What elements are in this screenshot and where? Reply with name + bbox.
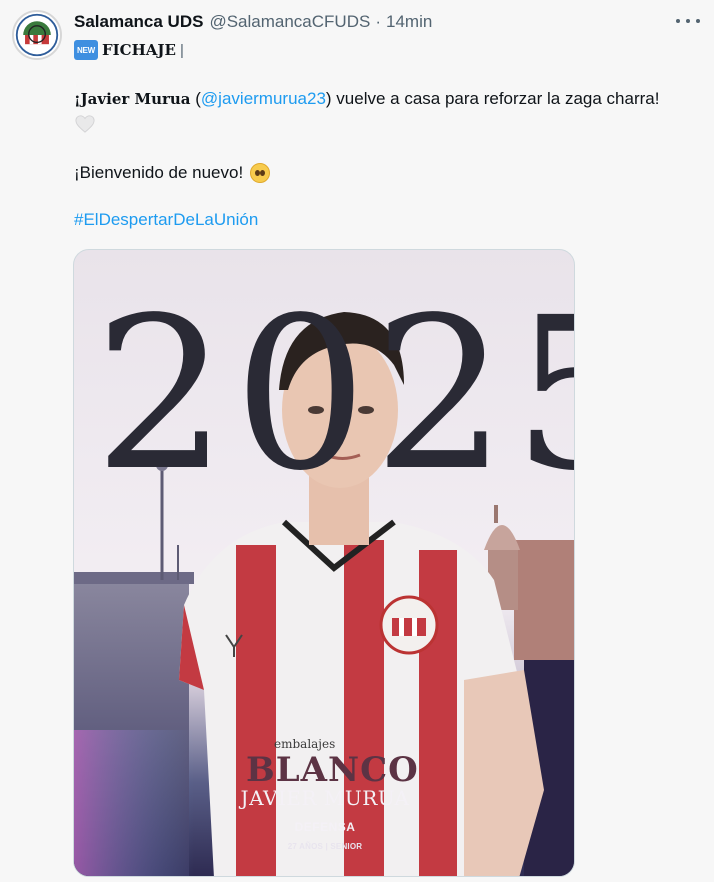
tweet-line-welcome: ¡Bienvenido de nuevo! [74, 162, 271, 184]
separator-bar: | [179, 41, 184, 59]
avatar[interactable] [12, 10, 62, 60]
more-icon[interactable] [676, 14, 700, 28]
sponsor-top-text: embalajes [274, 737, 336, 751]
media-image[interactable]: 2025 embalajes BLANCO JAVIER MURUA DEFEN… [73, 249, 575, 877]
fichaje-text: FICHAJE [102, 41, 176, 59]
separator-dot: · [375, 12, 381, 31]
user-handle[interactable]: @SalamancaCFUDS [209, 12, 370, 32]
tweet-line-fichaje: NEW FICHAJE | [74, 38, 184, 62]
hashtag-link[interactable]: #ElDespertarDeLaUnión [74, 210, 258, 229]
tweet-line-announcement: ¡Javier Murua (@javiermurua23) vuelve a … [74, 89, 659, 111]
timestamp[interactable]: 14min [386, 12, 432, 32]
year-graphic: 2025 [94, 272, 574, 517]
media-player-age: 27 AÑOS | SENIOR [287, 842, 363, 851]
mention-link[interactable]: @javiermurua23 [201, 89, 326, 108]
pleading-face-emoji-icon [250, 163, 271, 183]
welcome-text: ¡Bienvenido de nuevo! [74, 163, 244, 182]
tweet-header: Salamanca UDS @SalamancaCFUDS · 14min [74, 10, 432, 34]
tweet[interactable]: Salamanca UDS @SalamancaCFUDS · 14min NE… [0, 0, 714, 882]
club-crest-icon [15, 13, 59, 57]
announcement-rest: ) vuelve a casa para reforzar la zaga ch… [325, 89, 660, 108]
sponsor-main-text: BLANCO [246, 750, 419, 790]
media-player-position: DEFENSA [294, 820, 356, 834]
tweet-line-hashtag: #ElDespertarDeLaUnión [74, 210, 258, 232]
display-name[interactable]: Salamanca UDS [74, 12, 203, 32]
announcement-open: ( [190, 89, 201, 108]
media-player-name: JAVIER MURUA [240, 786, 410, 810]
heart-icon [75, 115, 95, 133]
new-badge-icon: NEW [74, 40, 98, 60]
player-name-bold: ¡Javier Murua [74, 90, 191, 108]
